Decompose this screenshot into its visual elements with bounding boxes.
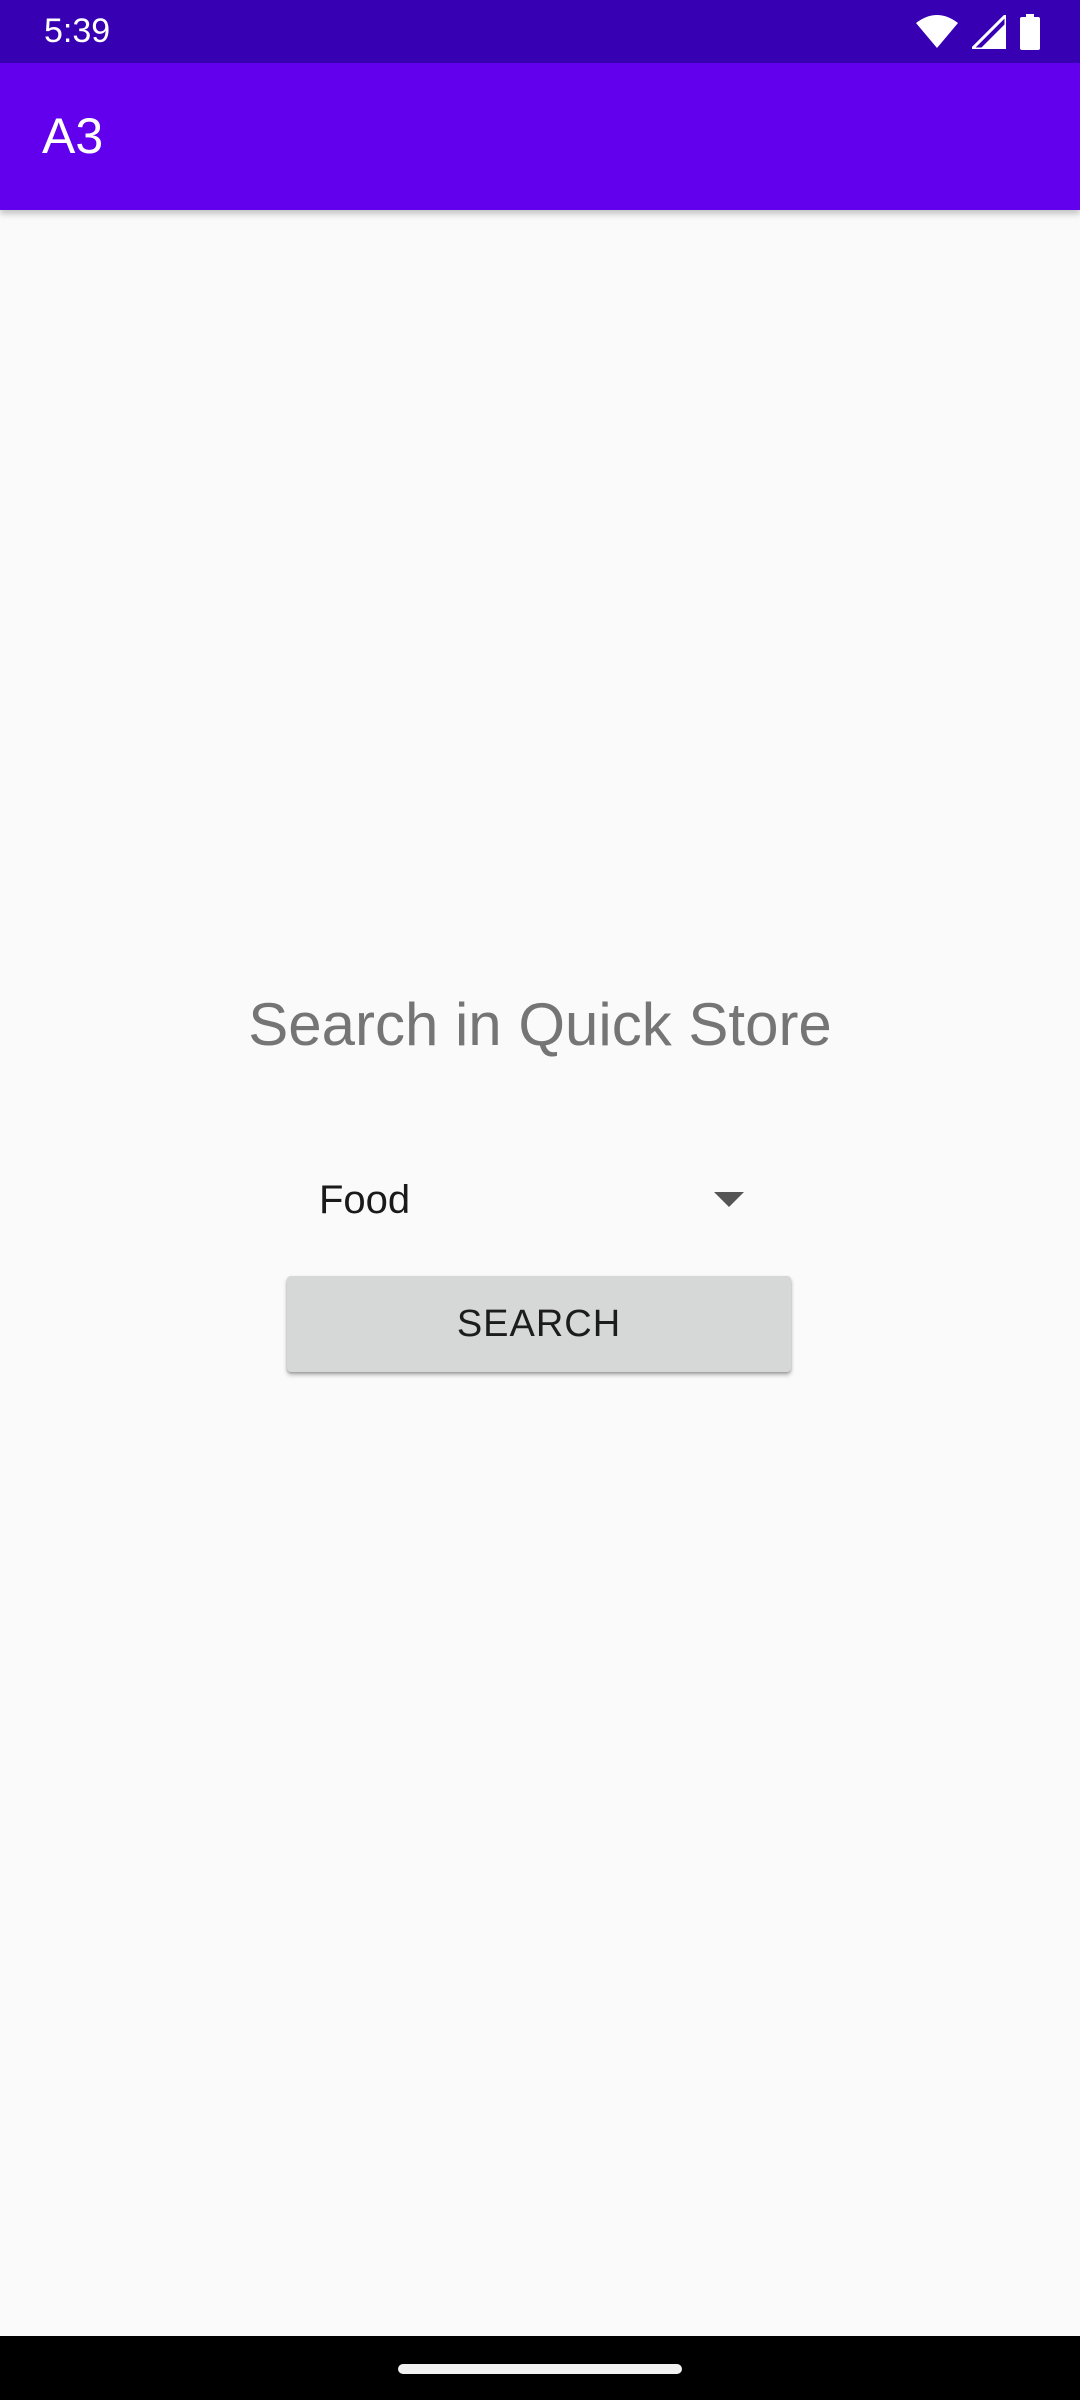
navigation-bar [0,2336,1080,2400]
category-spinner-value: Food [319,1178,411,1222]
status-time: 5:39 [44,12,111,50]
category-spinner[interactable]: Food [288,1150,768,1250]
dropdown-arrow-icon [714,1192,744,1207]
main-content: Search in Quick Store Food SEARCH [0,210,1080,2336]
wifi-icon [916,15,958,49]
screen: 5:39 A3 Search in Quick Store Food SEARC… [0,0,1080,2400]
status-icons [916,11,1040,52]
app-bar: A3 [0,63,1080,210]
signal-icon [968,11,1008,51]
status-bar: 5:39 [0,0,1080,63]
search-button[interactable]: SEARCH [287,1276,791,1372]
page-title: Search in Quick Store [248,991,832,1058]
app-title: A3 [42,108,104,164]
battery-icon [1020,14,1040,50]
home-gesture-handle[interactable] [398,2364,682,2374]
